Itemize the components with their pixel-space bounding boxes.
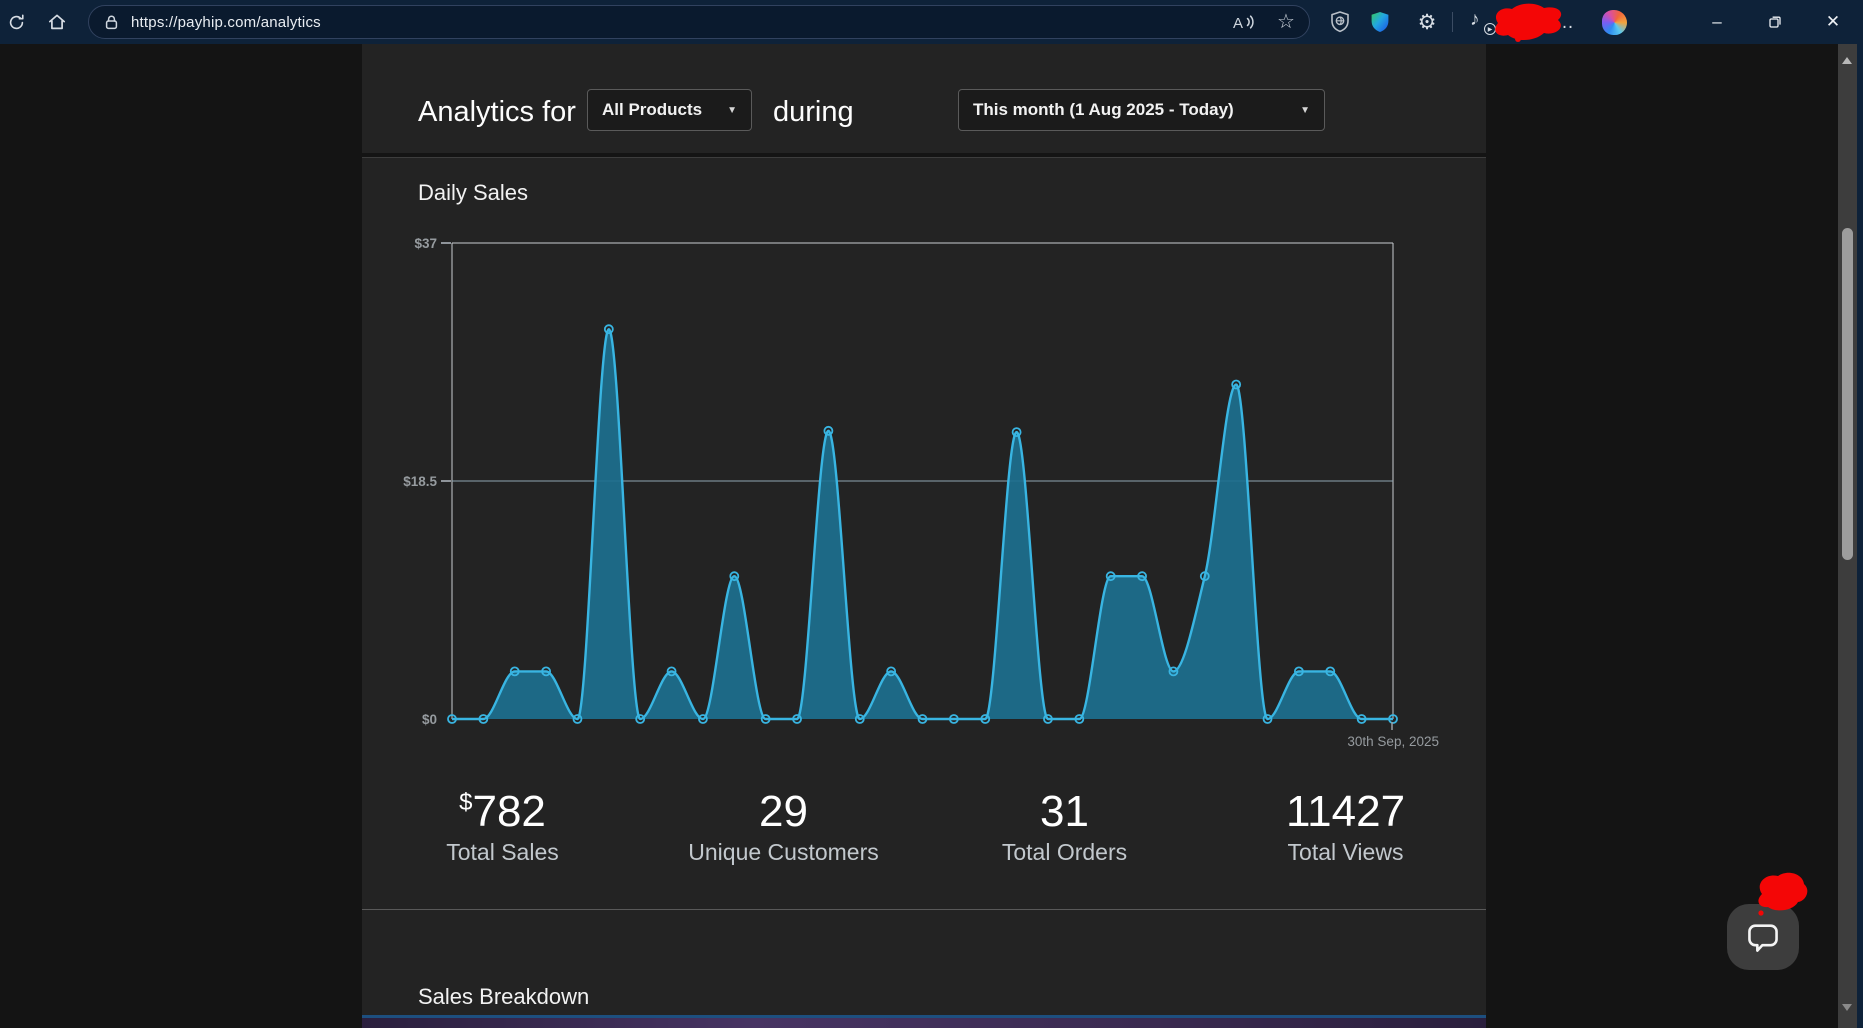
refresh-button[interactable]	[0, 6, 32, 38]
browser-window: https://payhip.com/analytics A ☆ ⚙ ♪ ▶ ……	[0, 0, 1863, 1028]
minimize-button[interactable]: –	[1688, 0, 1746, 44]
product-filter-value: All Products	[602, 100, 703, 119]
redaction-scribble-titlebar	[1495, 3, 1562, 42]
svg-text:A: A	[1233, 15, 1243, 32]
sales-breakdown-title: Sales Breakdown	[418, 984, 590, 1009]
url-text: https://payhip.com/analytics	[131, 13, 321, 31]
star-icon: ☆	[1277, 11, 1295, 33]
stat-label: Unique Customers	[688, 838, 879, 865]
speech-bubble-icon	[1748, 923, 1778, 952]
stat-total-orders: 31 Total Orders	[924, 788, 1205, 866]
redaction-scribble-chat	[1758, 872, 1808, 916]
home-icon	[48, 14, 66, 30]
product-filter-dropdown[interactable]: All Products ▼	[587, 89, 752, 131]
svg-text:$0: $0	[422, 712, 437, 727]
close-icon: ✕	[1825, 12, 1841, 31]
stat-value: 31	[1040, 787, 1089, 836]
bottom-purple-strip	[362, 1018, 1486, 1028]
read-aloud-button[interactable]: A	[1228, 7, 1260, 37]
stat-value: 11427	[1285, 787, 1406, 836]
scrollbar[interactable]	[1838, 44, 1857, 1028]
stat-label: Total Views	[1287, 838, 1404, 865]
section-divider	[362, 909, 1486, 910]
stat-label: Total Sales	[446, 838, 559, 865]
defender-shield-icon	[1371, 12, 1389, 32]
restore-button[interactable]	[1746, 0, 1804, 44]
extensions-button[interactable]: ⚙	[1411, 6, 1443, 38]
extension-privacy-button[interactable]	[1324, 6, 1356, 38]
chevron-down-icon: ▼	[1300, 104, 1310, 116]
toolbar-divider	[1452, 12, 1453, 32]
stat-value: 29	[759, 787, 808, 836]
address-bar[interactable]: https://payhip.com/analytics A ☆	[88, 5, 1310, 39]
stat-unique-customers: 29 Unique Customers	[643, 788, 924, 866]
scrollbar-thumb[interactable]	[1842, 228, 1853, 560]
scroll-down-arrow[interactable]	[1842, 1004, 1852, 1011]
close-button[interactable]: ✕	[1804, 0, 1862, 44]
date-range-dropdown[interactable]: This month (1 Aug 2025 - Today) ▼	[958, 89, 1325, 131]
browser-titlebar: https://payhip.com/analytics A ☆ ⚙ ♪ ▶ ……	[0, 0, 1863, 44]
date-range-value: This month (1 Aug 2025 - Today)	[973, 100, 1234, 119]
stat-value: 782	[472, 787, 546, 836]
stat-total-views: 11427 Total Views	[1205, 788, 1486, 866]
scroll-up-arrow[interactable]	[1842, 57, 1852, 64]
favorite-button[interactable]: ☆	[1270, 7, 1302, 37]
copilot-button[interactable]	[1598, 6, 1630, 38]
daily-sales-card: Daily Sales $37 $18.5 $0 30th Sep, 2025 $78…	[362, 157, 1486, 1028]
filter-bar: Analytics for All Products ▼ during This…	[362, 44, 1486, 153]
during-label: during	[773, 96, 854, 128]
chevron-down-icon: ▼	[727, 104, 737, 116]
restore-icon	[1769, 16, 1781, 28]
svg-text:$18.5: $18.5	[403, 474, 437, 489]
lock-icon[interactable]	[104, 14, 119, 31]
stat-total-sales: $782 Total Sales	[362, 788, 643, 866]
gear-icon: ⚙	[1417, 10, 1437, 34]
stats-row: $782 Total Sales 29 Unique Customers 31 …	[362, 788, 1486, 866]
analytics-for-label: Analytics for	[418, 96, 576, 128]
shield-globe-icon	[1331, 11, 1349, 33]
home-button[interactable]	[41, 6, 73, 38]
refresh-icon	[9, 13, 24, 29]
svg-text:30th Sep, 2025: 30th Sep, 2025	[1347, 734, 1439, 749]
read-aloud-icon: A	[1233, 15, 1254, 32]
stat-label: Total Orders	[1001, 838, 1128, 865]
window-right-border	[1857, 0, 1863, 1028]
minimize-icon: –	[1712, 12, 1722, 31]
defender-extension-button[interactable]	[1364, 6, 1396, 38]
svg-text:$37: $37	[414, 236, 437, 251]
currency-prefix: $	[459, 789, 473, 816]
daily-sales-chart: $37 $18.5 $0 30th Sep, 2025	[403, 236, 1439, 749]
copilot-icon	[1601, 9, 1627, 35]
